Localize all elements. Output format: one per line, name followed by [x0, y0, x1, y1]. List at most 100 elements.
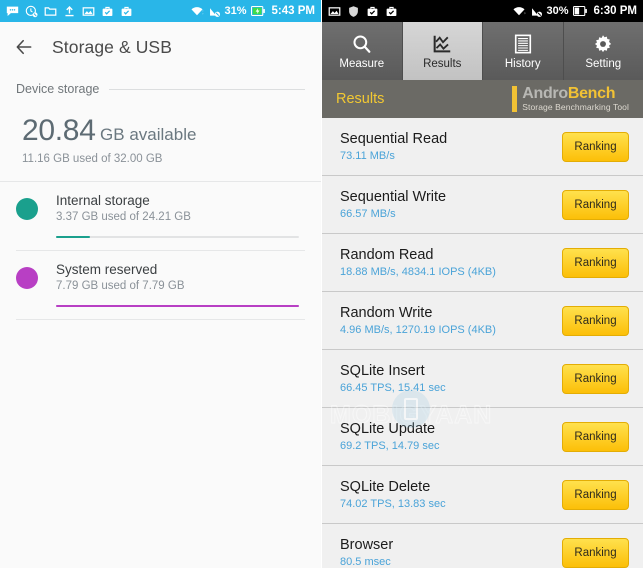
back-arrow-icon[interactable] [14, 37, 34, 57]
battery-percent-left: 31% [224, 5, 247, 17]
wifi-icon [190, 6, 203, 15]
upload-icon [65, 5, 74, 16]
list-item[interactable]: System reserved 7.79 GB used of 7.79 GB [0, 251, 321, 320]
logo-accent-bar [512, 86, 518, 112]
clock-alert-icon [25, 5, 38, 17]
tab-label: History [504, 58, 541, 70]
table-row[interactable]: SQLite Delete 74.02 TPS, 13.83 sec Ranking [322, 466, 643, 524]
benchmark-name: Random Write [340, 305, 433, 321]
page-title: Storage & USB [52, 36, 172, 57]
section-label: Device storage [16, 82, 100, 96]
gear-icon [592, 32, 614, 56]
list-item[interactable]: Internal storage 3.37 GB used of 24.21 G… [0, 182, 321, 251]
system-reserved-color-dot [16, 267, 38, 289]
system-reserved-progress-track [56, 305, 299, 307]
status-bar-left: 31% 5:43 PM [0, 0, 321, 22]
briefcase-check-icon-2 [386, 6, 397, 16]
benchmark-name: SQLite Delete [340, 479, 431, 495]
logo-andro: Andro [522, 85, 568, 103]
tab-results[interactable]: Results [402, 22, 483, 80]
image-icon [82, 6, 95, 16]
benchmark-name: SQLite Update [340, 421, 436, 437]
wifi-icon [512, 6, 525, 15]
table-row[interactable]: Sequential Read 73.11 MB/s Ranking [322, 118, 643, 176]
status-bar-right-indicators: 30% 6:30 PM [512, 5, 637, 18]
status-bar-left-icons [6, 5, 190, 18]
battery-charging-icon [250, 5, 265, 17]
table-row[interactable]: Random Read 18.88 MB/s, 4834.1 IOPS (4KB)… [322, 234, 643, 292]
ranking-button[interactable]: Ranking [562, 189, 629, 220]
benchmark-value: 66.57 MB/s [340, 208, 396, 220]
system-reserved-progress-fill [56, 305, 299, 307]
list-item-detail: 3.37 GB used of 24.21 GB [56, 211, 191, 223]
benchmark-name: Browser [340, 537, 394, 553]
benchmark-name: Sequential Write [340, 189, 447, 205]
battery-icon [572, 5, 587, 17]
benchmark-value: 69.2 TPS, 14.79 sec [340, 440, 440, 452]
android-storage-settings-pane: 31% 5:43 PM Storage & USB Device storage [0, 0, 322, 568]
table-row[interactable]: SQLite Insert 66.45 TPS, 15.41 sec Ranking [322, 350, 643, 408]
briefcase-check-icon-2 [121, 6, 132, 16]
ranking-button[interactable]: Ranking [562, 421, 629, 452]
logo-bench: Bench [567, 85, 616, 103]
list-lines-icon [513, 32, 533, 56]
benchmark-value: 73.11 MB/s [340, 150, 395, 162]
ranking-button[interactable]: Ranking [562, 131, 629, 162]
folder-icon [44, 6, 57, 16]
storage-used-detail: 11.16 GB used of 32.00 GB [22, 153, 163, 165]
ranking-button[interactable]: Ranking [562, 247, 629, 278]
storage-available-amount: 20.84 [22, 114, 96, 147]
briefcase-check-icon [367, 6, 378, 16]
tab-history[interactable]: History [483, 22, 564, 80]
benchmark-value: 18.88 MB/s, 4834.1 IOPS (4KB) [340, 266, 496, 278]
benchmark-name: Sequential Read [340, 131, 448, 147]
results-header-bar: Results AndroBench Storage Benchmarking … [322, 80, 643, 118]
androbench-logo: AndroBench Storage Benchmarking Tool [512, 86, 629, 112]
tab-setting[interactable]: Setting [564, 22, 643, 80]
ranking-button[interactable]: Ranking [562, 305, 629, 336]
message-icon [6, 6, 19, 16]
clock-left: 5:43 PM [271, 5, 315, 17]
tab-label: Results [423, 58, 462, 70]
section-rule [109, 88, 305, 90]
storage-available-unit: GB available [100, 125, 197, 144]
shield-icon [349, 5, 358, 17]
benchmark-results-list: Sequential Read 73.11 MB/s Ranking Sequenti… [322, 118, 643, 568]
mobile-data-off-icon [531, 7, 542, 17]
benchmark-value: 80.5 msec [340, 556, 391, 568]
app-bar-left: Storage & USB [0, 22, 321, 72]
benchmark-value: 74.02 TPS, 13.83 sec [340, 498, 446, 510]
logo-wordmark: AndroBench [522, 85, 615, 102]
storage-summary: 20.84 GB available 11.16 GB used of 32.0… [0, 96, 321, 165]
screenshot-root: 31% 5:43 PM Storage & USB Device storage [0, 0, 643, 568]
list-item-title: Internal storage [56, 193, 150, 208]
ranking-button[interactable]: Ranking [562, 479, 629, 510]
table-row[interactable]: Browser 80.5 msec Ranking [322, 524, 643, 568]
ranking-button[interactable]: Ranking [562, 537, 629, 568]
ranking-button[interactable]: Ranking [562, 363, 629, 394]
androbench-app-pane: 30% 6:30 PM Measure Results History Sett… [322, 0, 643, 568]
table-row[interactable]: Random Write 4.96 MB/s, 1270.19 IOPS (4KB… [322, 292, 643, 350]
status-bar-right: 30% 6:30 PM [322, 0, 643, 22]
image-icon [328, 6, 341, 16]
chart-icon [431, 32, 453, 56]
magnifier-icon [351, 32, 373, 56]
internal-storage-progress-fill [56, 236, 90, 238]
androbench-tab-bar: Measure Results History Setting [322, 22, 643, 80]
battery-percent-right: 30% [546, 5, 569, 17]
table-row[interactable]: SQLite Update 69.2 TPS, 14.79 sec Ranking [322, 408, 643, 466]
list-item-detail: 7.79 GB used of 7.79 GB [56, 280, 185, 292]
benchmark-value: 66.45 TPS, 15.41 sec [340, 382, 446, 394]
table-row[interactable]: Sequential Write 66.57 MB/s Ranking [322, 176, 643, 234]
tab-label: Setting [585, 58, 622, 70]
mobile-data-off-icon [209, 7, 220, 17]
tab-measure[interactable]: Measure [322, 22, 403, 80]
device-storage-section-header: Device storage [0, 72, 321, 96]
benchmark-value: 4.96 MB/s, 1270.19 IOPS (4KB) [340, 324, 496, 336]
storage-item-list: Internal storage 3.37 GB used of 24.21 G… [0, 182, 321, 320]
benchmark-name: SQLite Insert [340, 363, 425, 379]
internal-storage-progress-track [56, 236, 299, 238]
status-bar-right-icons [328, 5, 512, 18]
briefcase-check-icon [102, 6, 113, 16]
logo-tagline: Storage Benchmarking Tool [522, 102, 629, 113]
